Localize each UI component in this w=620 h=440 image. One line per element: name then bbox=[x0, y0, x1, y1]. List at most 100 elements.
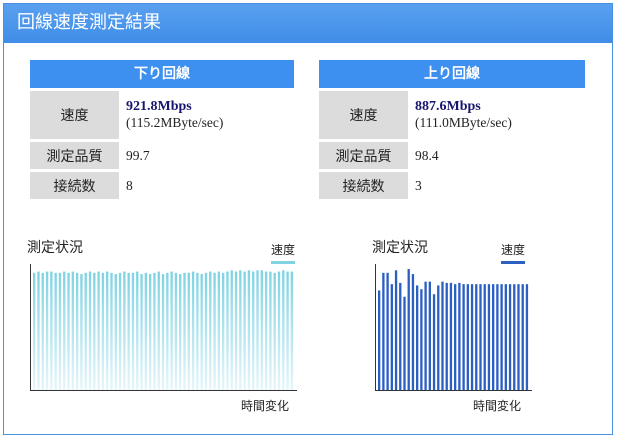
download-speed-bar bbox=[136, 271, 139, 390]
upload-speed-row: 速度 887.6Mbps (111.0MByte/sec) bbox=[319, 91, 585, 139]
download-speed-bar bbox=[37, 271, 40, 390]
download-quality-row: 測定品質 99.7 bbox=[30, 142, 294, 169]
title-bar: 回線速度測定結果 bbox=[4, 4, 612, 43]
download-speed-bar bbox=[161, 274, 165, 390]
download-speed-bar bbox=[234, 271, 238, 390]
download-speed-bar bbox=[101, 272, 105, 390]
download-chart: 測定状況 速度 時間変化 bbox=[25, 234, 305, 424]
upload-quality-value: 98.4 bbox=[415, 147, 439, 163]
upload-speed-bar bbox=[403, 296, 406, 390]
upload-panel: 上り回線 速度 887.6Mbps (111.0MByte/sec) 測定品質 … bbox=[319, 60, 585, 199]
download-quality-value: 99.7 bbox=[126, 147, 150, 163]
download-speed-bar bbox=[63, 271, 66, 390]
download-speed-bar bbox=[170, 271, 173, 390]
download-chart-title: 測定状況 bbox=[27, 240, 83, 256]
download-plot-area bbox=[30, 264, 297, 391]
download-speed-bar bbox=[144, 272, 148, 390]
download-speed-bar bbox=[200, 274, 203, 390]
download-speed-bar bbox=[179, 274, 182, 390]
download-speed-bar bbox=[209, 271, 212, 390]
download-speed-bar bbox=[260, 270, 263, 390]
upload-speed-bar bbox=[445, 282, 448, 390]
download-chart-legend: 速度 bbox=[271, 241, 296, 264]
upload-plot-area bbox=[375, 264, 532, 391]
download-speed-bar bbox=[174, 272, 178, 390]
download-speed-bar bbox=[114, 274, 117, 390]
download-speed-bar bbox=[54, 272, 57, 390]
upload-speed-bar bbox=[378, 290, 381, 390]
download-speed-bar bbox=[187, 272, 190, 390]
upload-speed-bar bbox=[500, 284, 503, 390]
upload-speed-bar bbox=[513, 284, 516, 390]
download-speed-bar bbox=[183, 272, 186, 390]
upload-speed-bar bbox=[428, 281, 431, 390]
upload-connections-row: 接続数 3 bbox=[319, 172, 585, 199]
download-speed-bar bbox=[93, 272, 96, 390]
download-speed-bar bbox=[239, 270, 242, 390]
upload-speed-bar bbox=[470, 284, 474, 390]
download-panel: 下り回線 速度 921.8Mbps (115.2MByte/sec) 測定品質 … bbox=[30, 60, 294, 199]
download-speed-bar bbox=[196, 272, 199, 390]
upload-speed-bar bbox=[458, 282, 461, 390]
download-speed-bar bbox=[191, 271, 195, 390]
upload-speed-bar bbox=[437, 285, 440, 390]
upload-speed-bar bbox=[386, 272, 389, 390]
upload-speed-bar bbox=[394, 270, 398, 390]
upload-legend-label: 速度 bbox=[501, 243, 526, 257]
upload-speed-bar bbox=[462, 284, 465, 390]
download-speed-bar bbox=[286, 271, 289, 390]
upload-speed-bar bbox=[504, 284, 507, 390]
upload-speed-bar bbox=[432, 294, 436, 390]
upload-speed-bar bbox=[399, 282, 402, 390]
upload-speed-bar bbox=[492, 284, 495, 390]
download-speed-bar bbox=[118, 272, 122, 390]
upload-speed-value: 887.6Mbps bbox=[415, 99, 481, 114]
download-connections-row: 接続数 8 bbox=[30, 172, 294, 199]
download-speed-bar bbox=[273, 272, 276, 390]
upload-speed-bar bbox=[420, 289, 423, 390]
upload-speed-bytes: (111.0MByte/sec) bbox=[415, 115, 512, 130]
download-speed-value: 921.8Mbps bbox=[126, 99, 192, 114]
download-speed-bar bbox=[256, 270, 259, 390]
upload-speed-value-cell: 887.6Mbps (111.0MByte/sec) bbox=[408, 91, 585, 139]
download-speed-bar bbox=[226, 271, 229, 390]
download-chart-svg bbox=[33, 270, 294, 390]
download-speed-bar bbox=[88, 271, 92, 390]
download-speed-bytes: (115.2MByte/sec) bbox=[126, 115, 224, 130]
upload-speed-bar bbox=[479, 284, 482, 390]
download-quality-label: 測定品質 bbox=[30, 142, 119, 169]
download-speed-bar bbox=[71, 271, 75, 390]
download-speed-bar bbox=[217, 271, 221, 390]
download-speed-bar bbox=[123, 271, 126, 390]
upload-chart-svg bbox=[378, 269, 529, 390]
upload-chart-title: 測定状況 bbox=[372, 240, 428, 256]
upload-speed-label: 速度 bbox=[319, 91, 408, 139]
upload-speed-bar bbox=[407, 269, 410, 390]
download-speed-bar bbox=[213, 272, 216, 390]
download-speed-bar bbox=[41, 272, 44, 390]
upload-quality-row: 測定品質 98.4 bbox=[319, 142, 585, 169]
download-speed-bar bbox=[33, 272, 36, 390]
download-speed-bar bbox=[282, 270, 285, 390]
download-heading: 下り回線 bbox=[30, 60, 294, 88]
download-speed-bar bbox=[131, 272, 135, 390]
upload-speed-bar bbox=[521, 284, 524, 390]
download-speed-bar bbox=[80, 274, 83, 390]
download-speed-value-cell: 921.8Mbps (115.2MByte/sec) bbox=[119, 91, 294, 139]
download-speed-bar bbox=[106, 271, 109, 390]
download-speed-bar bbox=[166, 272, 169, 390]
download-speed-bar bbox=[243, 271, 246, 390]
upload-speed-bar bbox=[496, 284, 499, 390]
download-speed-bar bbox=[127, 272, 130, 390]
download-speed-bar bbox=[50, 271, 53, 390]
upload-speed-bar bbox=[449, 282, 453, 390]
download-speed-bar bbox=[264, 271, 268, 390]
window-title: 回線速度測定結果 bbox=[17, 12, 161, 33]
download-speed-bar bbox=[110, 272, 113, 390]
upload-speed-bar bbox=[483, 284, 486, 390]
upload-chart-xlabel: 時間変化 bbox=[473, 399, 522, 413]
download-connections-value: 8 bbox=[126, 177, 133, 193]
download-speed-bar bbox=[140, 274, 143, 390]
download-speed-bar bbox=[84, 272, 87, 390]
download-speed-bar bbox=[153, 272, 156, 390]
